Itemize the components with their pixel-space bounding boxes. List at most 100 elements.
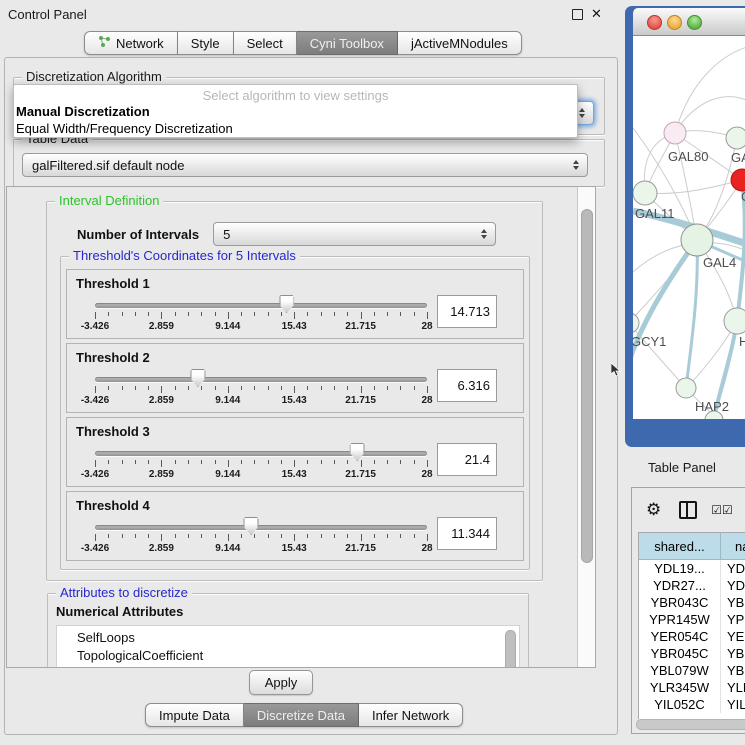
network-node[interactable]	[676, 378, 696, 398]
table-row[interactable]: YLR345WYLR3	[639, 679, 745, 696]
tick-mark	[400, 460, 401, 464]
tick-mark	[215, 460, 216, 464]
threshold-value-field[interactable]: 11.344	[437, 517, 497, 550]
threshold-3-slider[interactable]: -3.4262.8599.14415.4321.71528	[95, 451, 427, 456]
attribute-list-item[interactable]: BetweennessCentrality	[77, 665, 519, 668]
table-row[interactable]: YBL079WYBL0	[639, 662, 745, 679]
cell-shared-name[interactable]: YBR045C	[639, 645, 721, 662]
network-window-titlebar[interactable]	[633, 8, 745, 36]
cell-name[interactable]: YIL0	[721, 696, 745, 713]
cell-shared-name[interactable]: YBR043C	[639, 594, 721, 611]
column-header-name[interactable]: name	[721, 533, 745, 559]
slider-thumb[interactable]	[350, 443, 365, 461]
attribute-list-item[interactable]: SelfLoops	[77, 629, 519, 647]
network-node[interactable]	[731, 169, 745, 191]
cell-shared-name[interactable]: YDR27...	[639, 577, 721, 594]
list-scrollbar[interactable]	[505, 630, 516, 668]
slider-thumb[interactable]	[190, 369, 205, 387]
network-node[interactable]	[664, 122, 686, 144]
table-row[interactable]: YIL052CYIL0	[639, 696, 745, 713]
scrollbar-thumb[interactable]	[581, 209, 593, 563]
close-icon[interactable]: ✕	[591, 6, 602, 22]
table-row[interactable]: YDR27...YDR2	[639, 577, 745, 594]
tab-cyni-toolbox[interactable]: Cyni Toolbox	[297, 31, 398, 55]
slider-track[interactable]	[95, 303, 427, 308]
network-node[interactable]	[724, 308, 745, 334]
slider-thumb[interactable]	[279, 295, 294, 313]
cell-name[interactable]: YLR3	[721, 679, 745, 696]
cell-name[interactable]: YER0	[721, 628, 745, 645]
cell-shared-name[interactable]: YLR345W	[639, 679, 721, 696]
cell-name[interactable]: YDL1	[721, 560, 745, 577]
cell-name[interactable]: YBR0	[721, 594, 745, 611]
tick-mark	[108, 460, 109, 464]
vertical-scrollbar[interactable]	[577, 187, 595, 667]
cell-shared-name[interactable]: YDL19...	[639, 560, 721, 577]
table-row[interactable]: YBR043CYBR0	[639, 594, 745, 611]
popup-option-equal-width-frequency[interactable]: Equal Width/Frequency Discretization	[14, 120, 577, 137]
tab-jactivemnodules[interactable]: jActiveMNodules	[398, 31, 522, 55]
tab-discretize-data[interactable]: Discretize Data	[244, 703, 359, 727]
table-data-select[interactable]: galFiltered.sif default node	[22, 153, 588, 177]
cell-shared-name[interactable]: YER054C	[639, 628, 721, 645]
threshold-3-panel: Threshold 3 -3.4262.8599.14415.4321.7152…	[66, 417, 524, 487]
popup-option-manual-discretization[interactable]: Manual Discretization	[14, 103, 577, 120]
attribute-list-item[interactable]: TopologicalCoefficient	[77, 647, 519, 665]
network-node[interactable]	[726, 127, 745, 149]
table-panel: ⚙ ☑☑ shared... name YDL19...YDL1YDR27...…	[631, 487, 745, 734]
apply-button[interactable]: Apply	[249, 670, 313, 695]
slider-track[interactable]	[95, 525, 427, 530]
tab-infer-network[interactable]: Infer Network	[359, 703, 463, 727]
slider-track[interactable]	[95, 377, 427, 382]
network-node[interactable]	[633, 181, 657, 205]
tab-select[interactable]: Select	[234, 31, 297, 55]
zoom-traffic-light[interactable]	[687, 15, 702, 30]
tick-mark	[175, 460, 176, 464]
network-node[interactable]	[633, 313, 639, 333]
cell-shared-name[interactable]: YPR145W	[639, 611, 721, 628]
node-label: H	[739, 334, 745, 349]
group-title: Threshold's Coordinates for 5 Intervals	[69, 248, 300, 263]
tick-mark	[148, 534, 149, 538]
tab-impute-data[interactable]: Impute Data	[145, 703, 244, 727]
tick-mark	[95, 312, 96, 319]
cell-name[interactable]: YDR2	[721, 577, 745, 594]
minimize-traffic-light[interactable]	[667, 15, 682, 30]
float-window-icon[interactable]	[572, 9, 583, 20]
tick-label: 2.859	[149, 395, 174, 406]
table-row[interactable]: YPR145WYPR1	[639, 611, 745, 628]
threshold-label: Threshold 2	[76, 350, 150, 365]
threshold-1-slider[interactable]: -3.4262.8599.14415.4321.71528	[95, 303, 427, 308]
network-canvas[interactable]: GAL80GACGAL11GAL4GCY1HHAP2	[633, 36, 745, 419]
cell-shared-name[interactable]: YBL079W	[639, 662, 721, 679]
cell-name[interactable]: YBL0	[721, 662, 745, 679]
table-row[interactable]: YBR045CYBR0	[639, 645, 745, 662]
numerical-attributes-list[interactable]: SelfLoopsTopologicalCoefficientBetweenne…	[56, 625, 520, 668]
slider-track[interactable]	[95, 451, 427, 456]
close-traffic-light[interactable]	[647, 15, 662, 30]
tab-network[interactable]: Network	[84, 31, 178, 55]
network-view-window[interactable]: GAL80GACGAL11GAL4GCY1HHAP2	[625, 6, 745, 447]
threshold-value-field[interactable]: 14.713	[437, 295, 497, 328]
horizontal-scrollbar[interactable]	[636, 719, 745, 730]
cell-shared-name[interactable]: YIL052C	[639, 696, 721, 713]
threshold-value-field[interactable]: 21.4	[437, 443, 497, 476]
network-node[interactable]	[681, 224, 713, 256]
number-of-intervals-select[interactable]: 5	[213, 222, 496, 246]
cell-name[interactable]: YBR0	[721, 645, 745, 662]
columns-icon[interactable]	[679, 501, 697, 519]
slider-thumb[interactable]	[244, 517, 259, 535]
threshold-value-field[interactable]: 6.316	[437, 369, 497, 402]
threshold-4-slider[interactable]: -3.4262.8599.14415.4321.71528	[95, 525, 427, 530]
table-row[interactable]: YDL19...YDL1	[639, 560, 745, 577]
tab-style[interactable]: Style	[178, 31, 234, 55]
checkbox-icons[interactable]: ☑☑	[711, 503, 733, 517]
table-row[interactable]: YER054CYER0	[639, 628, 745, 645]
cell-name[interactable]: YPR1	[721, 611, 745, 628]
threshold-2-slider[interactable]: -3.4262.8599.14415.4321.71528	[95, 377, 427, 382]
column-header-shared[interactable]: shared...	[639, 533, 721, 559]
gear-icon[interactable]: ⚙	[646, 500, 661, 520]
tick-mark	[414, 386, 415, 390]
tick-mark	[95, 460, 96, 467]
tick-mark	[321, 534, 322, 538]
